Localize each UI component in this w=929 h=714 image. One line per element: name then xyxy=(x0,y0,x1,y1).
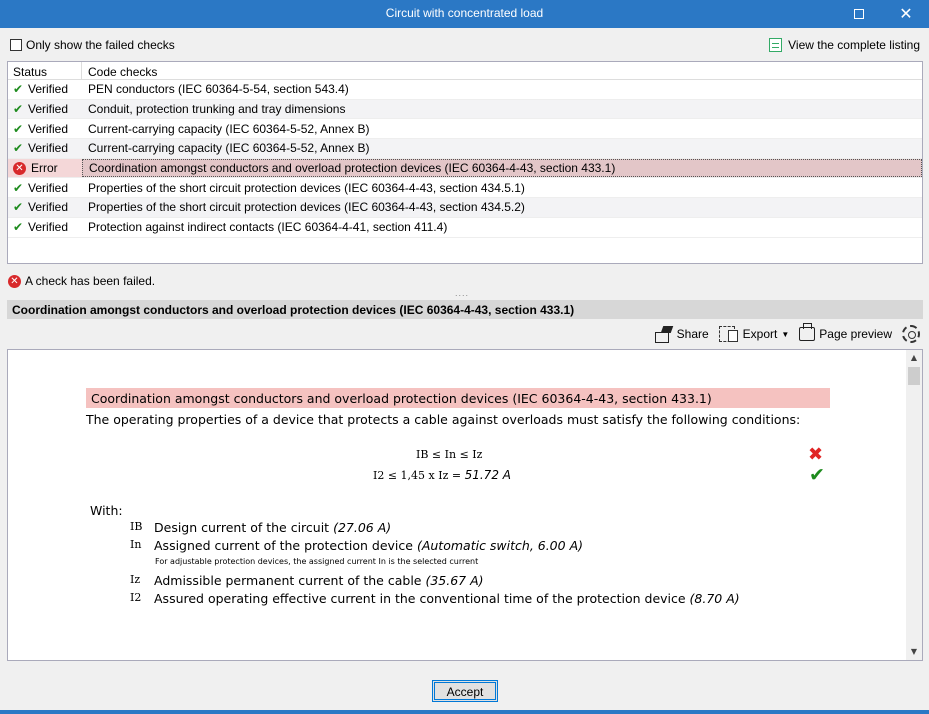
row-code: Current-carrying capacity (IEC 60364-5-5… xyxy=(88,141,370,156)
row-status: Verified xyxy=(28,102,69,117)
table-row[interactable]: ✔ Verified Protection against indirect co… xyxy=(8,218,922,238)
close-button[interactable]: ✕ xyxy=(883,0,929,28)
table-row[interactable]: ✔ Verified Properties of the short circui… xyxy=(8,198,922,218)
definition-symbol: IB xyxy=(130,520,143,533)
table-row[interactable]: ✔ Verified Current-carrying capacity (IEC… xyxy=(8,119,922,140)
row-status: Verified xyxy=(28,121,69,136)
report-toolbar: Share Export ▼ Page preview xyxy=(653,322,920,346)
row-status: Error xyxy=(31,161,58,176)
row-code: PEN conductors (IEC 60364-5-54, section … xyxy=(88,82,349,97)
window-title: Circuit with concentrated load xyxy=(385,6,544,20)
only-failed-label[interactable]: Only show the failed checks xyxy=(26,38,175,52)
row-status: Verified xyxy=(28,82,69,97)
check-icon: ✔ xyxy=(13,82,24,97)
definition-text: Design current of the circuit xyxy=(154,520,334,535)
scroll-thumb[interactable] xyxy=(908,367,920,385)
export-button[interactable]: Export ▼ xyxy=(718,326,790,342)
row-status: Verified xyxy=(28,141,69,156)
table-row[interactable]: ✔ Verified Conduit, protection trunking a… xyxy=(8,99,922,120)
check-icon: ✔ xyxy=(13,180,24,195)
row-status: Verified xyxy=(28,180,69,195)
table-row[interactable]: ✔ Verified PEN conductors (IEC 60364-5-54… xyxy=(8,80,922,100)
maximize-button[interactable] xyxy=(836,0,882,28)
checks-table: Status Code checks ✔ Verified PEN conduct… xyxy=(7,61,923,264)
share-button[interactable]: Share xyxy=(653,326,709,343)
check-icon: ✔ xyxy=(809,464,825,486)
export-label: Export xyxy=(742,327,778,341)
view-listing-button[interactable]: View the complete listing xyxy=(769,38,920,52)
definition-value: (8.70 A) xyxy=(689,591,740,606)
row-code: Properties of the short circuit protecti… xyxy=(88,200,525,215)
check-icon: ✔ xyxy=(13,220,24,235)
row-code: Protection against indirect contacts (IE… xyxy=(88,220,448,235)
report-scrollbar[interactable]: ▲ ▼ xyxy=(906,350,922,660)
export-icon xyxy=(718,326,738,342)
report-intro: The operating properties of a device tha… xyxy=(86,412,801,427)
accept-button[interactable]: Accept xyxy=(432,680,498,702)
scroll-up-icon[interactable]: ▲ xyxy=(906,350,922,366)
definition-item: In Assigned current of the protection de… xyxy=(130,538,583,553)
row-code: Conduit, protection trunking and tray di… xyxy=(88,102,346,117)
table-row[interactable]: ✔ Verified Current-carrying capacity (IEC… xyxy=(8,139,922,159)
options-row: Only show the failed checks View the com… xyxy=(0,28,929,60)
definition-item: I2 Assured operating effective current i… xyxy=(130,591,740,606)
code-column-header[interactable]: Code checks xyxy=(82,62,157,79)
gear-icon xyxy=(902,325,920,343)
definition-item: Iz Admissible permanent current of the c… xyxy=(130,573,484,588)
title-bar: Circuit with concentrated load ✕ xyxy=(0,0,929,28)
report-title: Coordination amongst conductors and over… xyxy=(86,388,830,408)
row-code: Properties of the short circuit protecti… xyxy=(88,180,525,195)
table-row-selected[interactable]: ✕ Error Coordination amongst conductors a… xyxy=(8,158,922,179)
status-column-header[interactable]: Status xyxy=(8,62,82,79)
formula-2-text: I2 ≤ 1,45 x Iz = xyxy=(373,469,465,482)
close-icon: ✕ xyxy=(899,6,913,23)
print-icon xyxy=(799,323,816,341)
section-title: Coordination amongst conductors and over… xyxy=(7,300,923,319)
maximize-icon xyxy=(854,9,864,19)
definition-symbol: I2 xyxy=(130,591,142,604)
definition-value: (Automatic switch, 6.00 A) xyxy=(416,538,583,553)
chevron-down-icon: ▼ xyxy=(781,329,790,339)
check-icon: ✔ xyxy=(13,121,24,136)
error-icon: ✕ xyxy=(8,274,21,288)
row-code: Current-carrying capacity (IEC 60364-5-5… xyxy=(88,121,370,136)
page-preview-label: Page preview xyxy=(819,327,892,341)
definition-symbol: Iz xyxy=(130,573,141,586)
listing-icon xyxy=(769,38,783,52)
row-status: Verified xyxy=(28,200,69,215)
report-view[interactable]: Coordination amongst conductors and over… xyxy=(7,349,923,661)
table-row[interactable]: ✔ Verified Properties of the short circui… xyxy=(8,178,922,199)
fail-message: ✕ A check has been failed. xyxy=(8,274,155,288)
condition-formula-2: I2 ≤ 1,45 x Iz = 51.72 A xyxy=(373,468,511,482)
definition-item: IB Design current of the circuit (27.06 … xyxy=(130,520,391,535)
definition-text: Assigned current of the protection devic… xyxy=(154,538,417,553)
definition-value: (27.06 A) xyxy=(333,520,392,535)
definition-value: (35.67 A) xyxy=(425,573,484,588)
fail-message-text: A check has been failed. xyxy=(25,274,156,288)
definition-text: Admissible permanent current of the cabl… xyxy=(154,573,426,588)
row-code: Coordination amongst conductors and over… xyxy=(82,158,922,178)
check-icon: ✔ xyxy=(13,102,24,117)
checks-header: Status Code checks xyxy=(8,62,922,80)
page-preview-button[interactable]: Page preview xyxy=(799,323,892,341)
splitter-handle[interactable]: .... xyxy=(455,288,469,298)
bottom-accent-bar xyxy=(0,710,929,714)
formula-2-value: 51.72 A xyxy=(464,468,511,482)
view-listing-label: View the complete listing xyxy=(788,38,920,52)
only-failed-checkbox[interactable] xyxy=(10,39,22,51)
share-label: Share xyxy=(676,327,709,341)
check-icon: ✔ xyxy=(13,200,24,215)
condition-formula-1: IB ≤ In ≤ Iz xyxy=(416,448,483,461)
scroll-down-icon[interactable]: ▼ xyxy=(906,644,922,660)
row-status: Verified xyxy=(28,220,69,235)
with-label: With: xyxy=(90,503,123,518)
definition-text: Assured operating effective current in t… xyxy=(154,591,690,606)
check-icon: ✔ xyxy=(13,141,24,156)
definition-note: For adjustable protection devices, the a… xyxy=(155,557,479,566)
definition-symbol: In xyxy=(130,538,142,551)
share-icon xyxy=(653,326,673,343)
error-icon: ✕ xyxy=(13,161,26,175)
settings-button[interactable] xyxy=(902,325,920,343)
cross-icon: ✖ xyxy=(808,444,824,465)
